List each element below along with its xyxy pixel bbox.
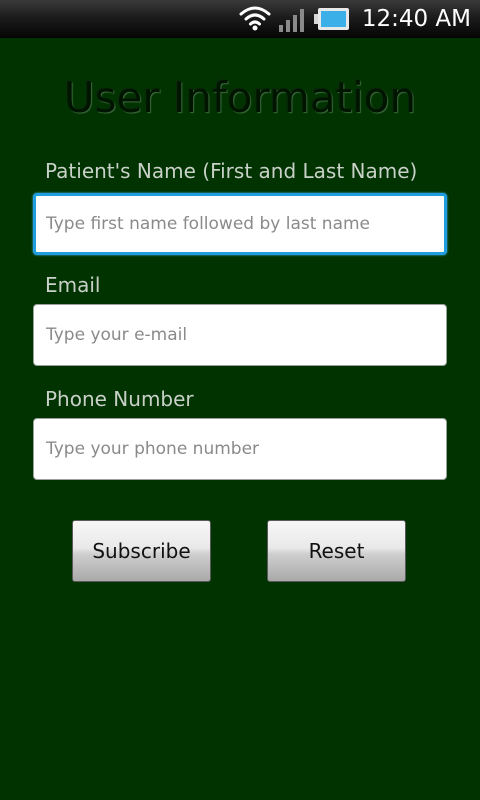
page-title: User Information <box>63 73 417 122</box>
signal-icon <box>279 9 304 32</box>
status-bar: 12:40 AM <box>0 0 480 39</box>
email-label: Email <box>45 273 101 297</box>
status-clock: 12:40 AM <box>361 6 471 32</box>
subscribe-button[interactable]: Subscribe <box>72 520 211 582</box>
phone-number-input[interactable] <box>33 418 447 480</box>
wifi-icon <box>239 6 271 31</box>
email-input[interactable] <box>33 304 447 366</box>
battery-icon <box>314 8 349 30</box>
reset-button[interactable]: Reset <box>267 520 406 582</box>
patient-name-input[interactable] <box>33 193 447 255</box>
user-information-screen: User Information Patient's Name (First a… <box>0 38 480 800</box>
patient-name-label: Patient's Name (First and Last Name) <box>45 159 418 183</box>
phone-number-label: Phone Number <box>45 387 194 411</box>
